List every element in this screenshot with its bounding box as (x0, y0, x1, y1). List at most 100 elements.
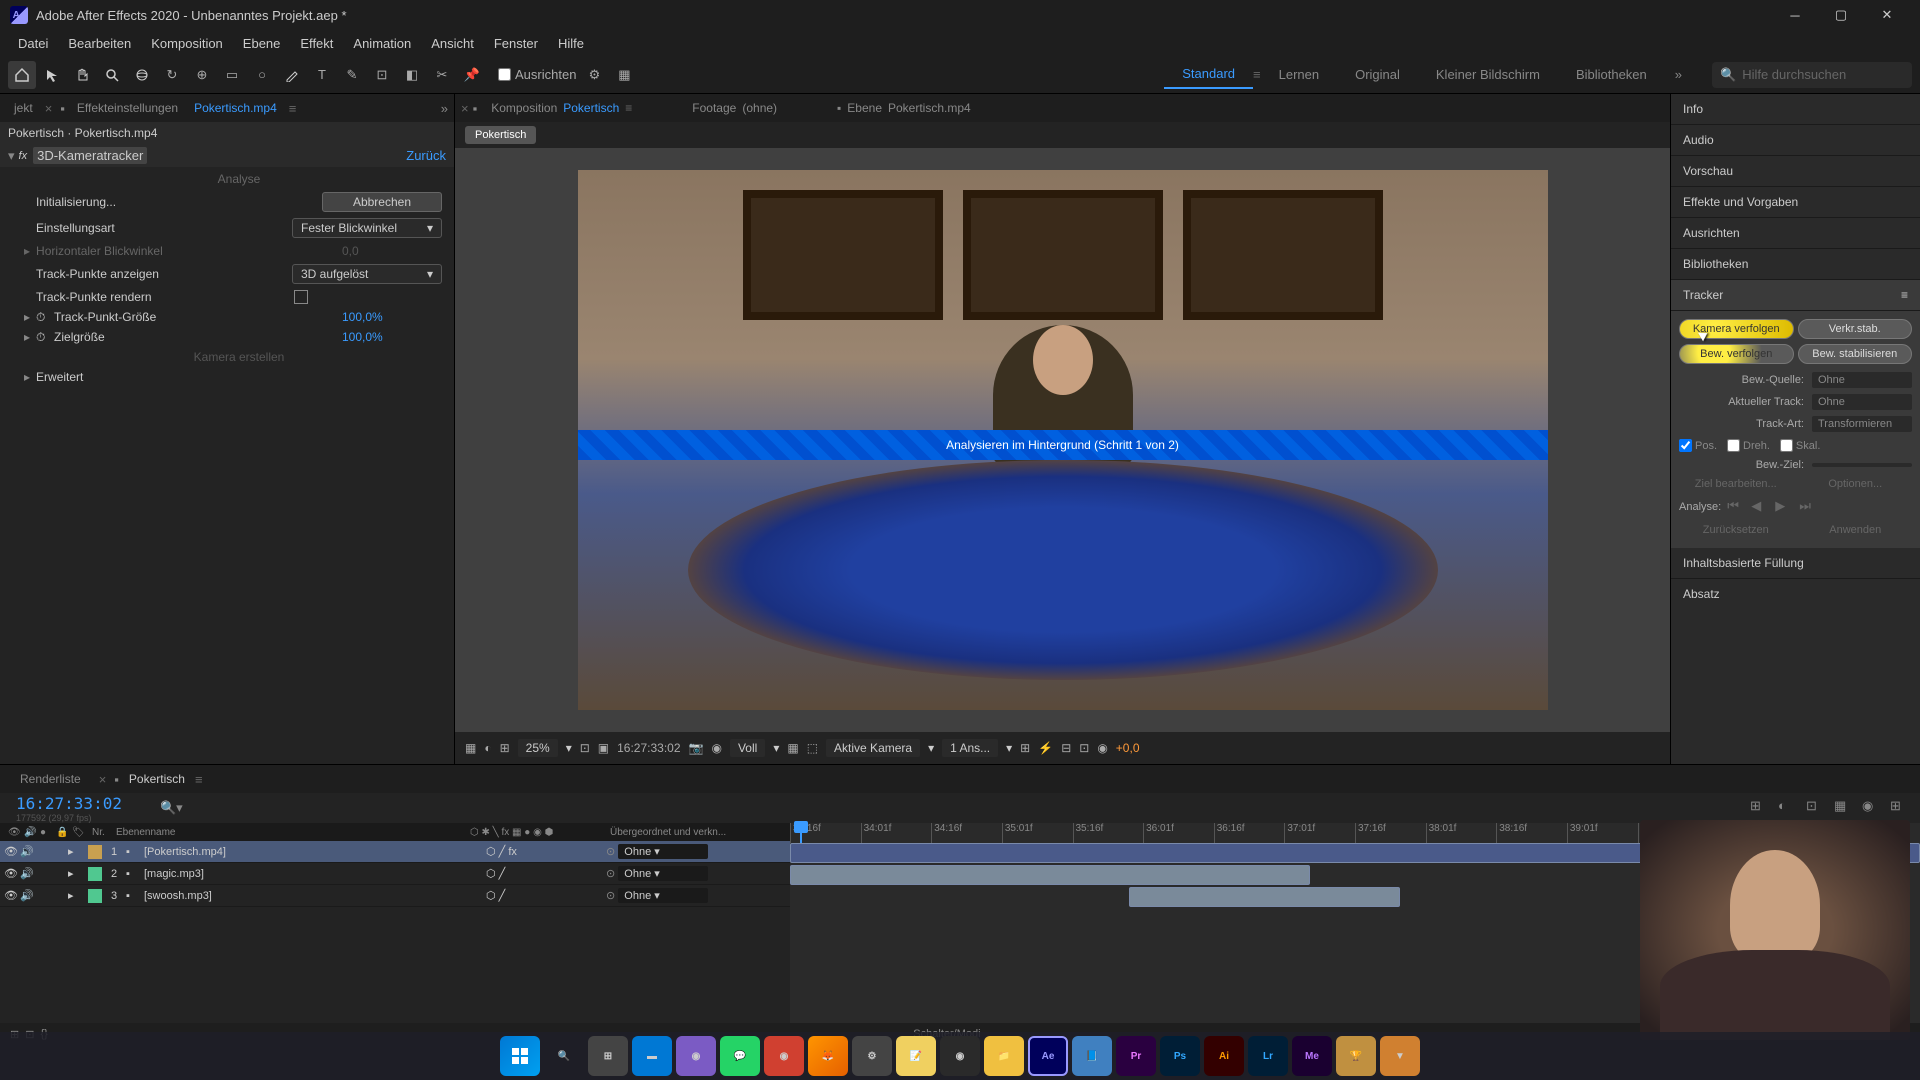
menu-fenster[interactable]: Fenster (484, 32, 548, 55)
res-auto-icon[interactable]: ⊡ (580, 741, 590, 755)
draft-3d-icon[interactable]: ◐ (1778, 798, 1798, 818)
snap-checkbox[interactable]: Ausrichten (498, 67, 576, 82)
preview-area[interactable]: Analysieren im Hintergrund (Schritt 1 vo… (455, 148, 1670, 732)
clone-tool[interactable]: ⊡ (368, 61, 396, 89)
help-search[interactable]: 🔍 Hilfe durchsuchen (1712, 62, 1912, 88)
effect-header[interactable]: ▾ fx 3D-Kameratracker Zurück (0, 144, 454, 167)
ws-lernen[interactable]: Lernen (1261, 61, 1337, 88)
ruler-mark[interactable]: 35:01f (1002, 823, 1073, 843)
ws-bibliotheken[interactable]: Bibliotheken (1558, 61, 1665, 88)
taskbar-app-7[interactable]: ▼ (1380, 1036, 1420, 1076)
rot-checkbox[interactable]: Dreh. (1727, 439, 1770, 452)
render-pts-checkbox[interactable] (294, 290, 308, 304)
taskbar-media-encoder[interactable]: Me (1292, 1036, 1332, 1076)
menu-ebene[interactable]: Ebene (233, 32, 291, 55)
taskbar-premiere[interactable]: Pr (1116, 1036, 1156, 1076)
menu-datei[interactable]: Datei (8, 32, 58, 55)
ruler-mark[interactable]: 36:16f (1214, 823, 1285, 843)
timecode-display[interactable]: 16:27:33:02 (617, 741, 680, 755)
taskbar-explorer[interactable]: 📁 (984, 1036, 1024, 1076)
layer-name[interactable]: [Pokertisch.mp4] (140, 846, 486, 858)
fast-previews-icon[interactable]: ⚡ (1038, 741, 1053, 755)
ruler-mark[interactable]: 37:16f (1355, 823, 1426, 843)
exposure-value[interactable]: +0,0 (1116, 741, 1140, 755)
audio-toggle[interactable]: 🔊 (20, 889, 36, 902)
region-icon[interactable]: ▣ (598, 741, 609, 755)
stopwatch-icon[interactable]: ⏱ (36, 330, 50, 344)
label-color[interactable] (88, 867, 102, 881)
guides-toggle[interactable]: ⊞ (500, 741, 510, 755)
graph-editor-icon[interactable]: ⊞ (1890, 798, 1910, 818)
timeline-comp-tab[interactable]: Pokertisch (119, 768, 195, 790)
ws-kleiner[interactable]: Kleiner Bildschirm (1418, 61, 1558, 88)
scale-checkbox[interactable]: Skal. (1780, 439, 1820, 452)
source-dropdown[interactable]: Ohne (1812, 372, 1912, 388)
parent-dropdown[interactable]: Ohne ▾ (618, 888, 708, 903)
footage-tab[interactable]: Footage (ohne) (682, 97, 787, 119)
home-tool[interactable] (8, 61, 36, 89)
advanced-label[interactable]: Erweitert (36, 370, 442, 384)
taskbar-after-effects[interactable]: Ae (1028, 1036, 1068, 1076)
shy-icon[interactable]: ⊡ (1806, 798, 1826, 818)
stabilize-button[interactable]: Bew. stabilisieren (1798, 344, 1913, 364)
menu-effekt[interactable]: Effekt (290, 32, 343, 55)
zoom-tool[interactable] (98, 61, 126, 89)
eraser-tool[interactable]: ◧ (398, 61, 426, 89)
effects-tab-label[interactable]: Effekteinstellungen (69, 97, 186, 119)
ruler-mark[interactable]: 38:16f (1496, 823, 1567, 843)
taskbar-whatsapp[interactable]: 💬 (720, 1036, 760, 1076)
audio-clip-2[interactable] (1129, 887, 1400, 907)
taskbar-notes[interactable]: 📝 (896, 1036, 936, 1076)
audio-panel[interactable]: Audio (1671, 125, 1920, 156)
project-tab[interactable]: jekt (6, 97, 41, 119)
puppet-tool[interactable]: 📌 (458, 61, 486, 89)
render-queue-tab[interactable]: Renderliste (10, 768, 91, 790)
taskbar-illustrator[interactable]: Ai (1204, 1036, 1244, 1076)
rotate-tool[interactable]: ↻ (158, 61, 186, 89)
taskbar-app-3[interactable]: ◉ (764, 1036, 804, 1076)
warp-stab-button[interactable]: Verkr.stab. (1798, 319, 1913, 339)
taskbar-app-1[interactable]: ▬ (632, 1036, 672, 1076)
ws-original[interactable]: Original (1337, 61, 1418, 88)
close-button[interactable]: ✕ (1864, 0, 1910, 30)
ruler-mark[interactable]: 39:01f (1567, 823, 1638, 843)
timeline-search-icon[interactable]: 🔍▾ (160, 800, 183, 816)
ruler-mark[interactable]: 38:01f (1426, 823, 1497, 843)
flowchart-icon[interactable]: ⊡ (1079, 741, 1089, 755)
orbit-tool[interactable] (128, 61, 156, 89)
comp-mini-flowchart-icon[interactable]: ⊞ (1750, 798, 1770, 818)
parent-dropdown[interactable]: Ohne ▾ (618, 844, 708, 859)
ruler-mark[interactable]: 35:16f (1073, 823, 1144, 843)
taskbar-app-5[interactable]: 📘 (1072, 1036, 1112, 1076)
layer-row[interactable]: 👁 🔊 ▸ 3 ▪ [swoosh.mp3] ⬡ ╱ ⊙ Ohne ▾ (0, 885, 790, 907)
layer-row[interactable]: 👁 🔊 ▸ 1 ▪ [Pokertisch.mp4] ⬡ ╱ fx ⊙ Ohne… (0, 841, 790, 863)
layer-switches[interactable]: ⬡ ╱ fx (486, 845, 606, 858)
menu-animation[interactable]: Animation (343, 32, 421, 55)
layer-tab[interactable]: ▪ Ebene Pokertisch.mp4 (827, 97, 981, 119)
frame-blend-icon[interactable]: ▦ (1834, 798, 1854, 818)
layer-name[interactable]: [magic.mp3] (140, 868, 486, 880)
audio-toggle[interactable]: 🔊 (20, 845, 36, 858)
comp-tab[interactable]: Komposition Pokertisch ≡ (481, 97, 642, 119)
parent-dropdown[interactable]: Ohne ▾ (618, 866, 708, 881)
proxy-toggle[interactable]: ▦ (610, 61, 638, 89)
start-button[interactable] (500, 1036, 540, 1076)
pen-tool[interactable] (278, 61, 306, 89)
menu-komposition[interactable]: Komposition (141, 32, 233, 55)
layer-row[interactable]: 👁 🔊 ▸ 2 ▪ [magic.mp3] ⬡ ╱ ⊙ Ohne ▾ (0, 863, 790, 885)
ruler-mark[interactable]: 36:01f (1143, 823, 1214, 843)
3d-view-icon[interactable]: ⬚ (807, 741, 818, 755)
menu-ansicht[interactable]: Ansicht (421, 32, 484, 55)
reset-button[interactable]: Zurück (406, 148, 446, 163)
content-fill-panel[interactable]: Inhaltsbasierte Füllung (1671, 548, 1920, 579)
taskbar-app-4[interactable]: ⚙ (852, 1036, 892, 1076)
minimize-button[interactable]: ─ (1772, 0, 1818, 30)
transparency-icon[interactable]: ▦ (787, 741, 798, 755)
show-pts-dropdown[interactable]: 3D aufgelöst▾ (292, 264, 442, 284)
text-tool[interactable]: T (308, 61, 336, 89)
ruler-mark[interactable]: 34:16f (931, 823, 1002, 843)
taskbar-search[interactable]: 🔍 (544, 1036, 584, 1076)
absatz-panel[interactable]: Absatz (1671, 579, 1920, 609)
libraries-panel[interactable]: Bibliotheken (1671, 249, 1920, 280)
taskbar-firefox[interactable]: 🦊 (808, 1036, 848, 1076)
